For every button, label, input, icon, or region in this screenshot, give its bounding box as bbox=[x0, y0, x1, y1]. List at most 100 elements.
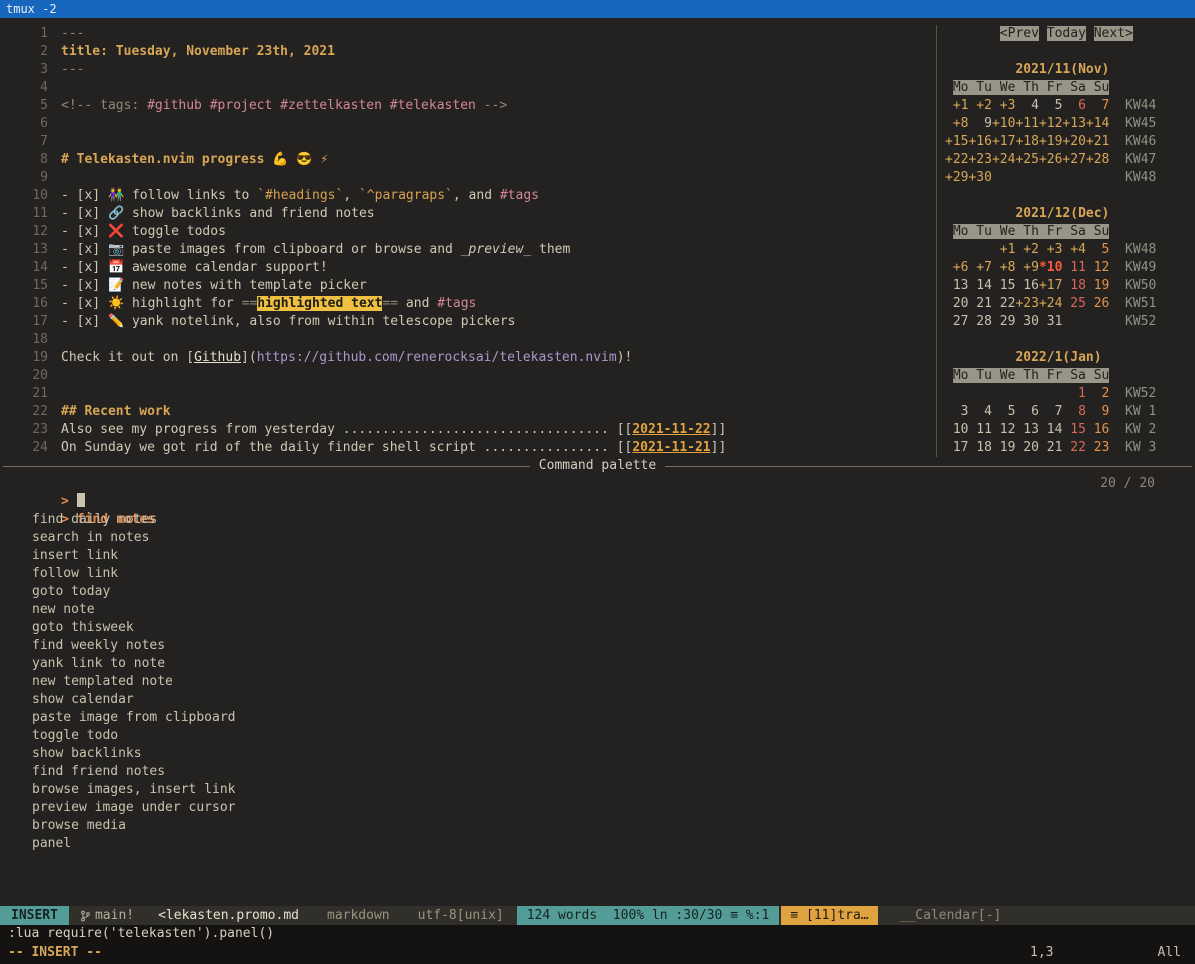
calendar-day[interactable]: 14 bbox=[1039, 422, 1062, 437]
calendar-day-linked[interactable]: +3 bbox=[992, 98, 1015, 113]
calendar-day-linked[interactable]: +29 bbox=[945, 170, 968, 185]
palette-item[interactable]: goto today bbox=[0, 583, 1195, 601]
calendar-day-linked[interactable]: +1 bbox=[992, 242, 1015, 257]
calendar-day[interactable]: 22 bbox=[992, 296, 1015, 311]
calendar-day-sunday[interactable]: 16 bbox=[1086, 422, 1109, 437]
calendar-day-sunday[interactable]: 2 bbox=[1086, 386, 1109, 401]
calendar-day[interactable]: 28 bbox=[968, 314, 991, 329]
calendar-day-saturday[interactable]: 8 bbox=[1062, 404, 1085, 419]
calendar-day[interactable]: 7 bbox=[1039, 404, 1062, 419]
calendar-day-linked[interactable]: +24 bbox=[1039, 296, 1062, 311]
calendar-day-linked[interactable]: +20 bbox=[1062, 134, 1085, 149]
editor-line[interactable]: 12- [x] ❌ toggle todos bbox=[6, 223, 936, 241]
editor-line[interactable]: 22## Recent work bbox=[6, 403, 936, 421]
calendar-day[interactable]: 6 bbox=[1015, 404, 1038, 419]
notelink-date[interactable]: 2021-11-21 bbox=[632, 440, 710, 455]
calendar-day[interactable]: 4 bbox=[1015, 98, 1038, 113]
palette-selected-item[interactable]: >find notes bbox=[0, 493, 1195, 511]
calendar-day-linked[interactable]: +25 bbox=[1015, 152, 1038, 167]
calendar-day[interactable]: 20 bbox=[1015, 440, 1038, 455]
palette-item[interactable]: insert link bbox=[0, 547, 1195, 565]
calendar-day-linked[interactable]: +22 bbox=[945, 152, 968, 167]
calendar-day-linked[interactable]: +21 bbox=[1086, 134, 1109, 149]
calendar-day-sunday[interactable]: 9 bbox=[1086, 404, 1109, 419]
editor-line[interactable]: 17- [x] ✏️ yank notelink, also from with… bbox=[6, 313, 936, 331]
calendar-day-linked[interactable]: +1 bbox=[945, 98, 968, 113]
calendar-day-sunday[interactable]: 12 bbox=[1086, 260, 1109, 275]
hashtag-tag[interactable]: #tags bbox=[500, 188, 539, 203]
editor-line[interactable]: 7 bbox=[6, 133, 936, 151]
calendar-day-linked[interactable]: +24 bbox=[992, 152, 1015, 167]
calendar-day-linked[interactable]: +6 bbox=[945, 260, 968, 275]
notelink-date[interactable]: 2021-11-22 bbox=[632, 422, 710, 437]
editor-line[interactable]: 2title: Tuesday, November 23th, 2021 bbox=[6, 43, 936, 61]
calendar-day-saturday[interactable]: 11 bbox=[1062, 260, 1085, 275]
palette-item[interactable]: panel bbox=[0, 835, 1195, 853]
editor-line[interactable]: 8# Telekasten.nvim progress 💪 😎 ⚡ bbox=[6, 151, 936, 169]
editor-line[interactable]: 4 bbox=[6, 79, 936, 97]
calendar-day-linked[interactable]: +3 bbox=[1039, 242, 1062, 257]
editor-line[interactable]: 23Also see my progress from yesterday ..… bbox=[6, 421, 936, 439]
calendar-day[interactable]: 17 bbox=[945, 440, 968, 455]
editor-line[interactable]: 24On Sunday we got rid of the daily find… bbox=[6, 439, 936, 457]
calendar-day[interactable]: 4 bbox=[968, 404, 991, 419]
editor-line[interactable]: 5<!-- tags: #github #project #zettelkast… bbox=[6, 97, 936, 115]
calendar-day-saturday[interactable]: 1 bbox=[1062, 386, 1085, 401]
editor-line[interactable]: 20 bbox=[6, 367, 936, 385]
palette-item[interactable]: show calendar bbox=[0, 691, 1195, 709]
calendar-day[interactable]: 11 bbox=[968, 422, 991, 437]
calendar-day-linked[interactable]: +2 bbox=[1015, 242, 1038, 257]
calendar-day-linked[interactable]: +14 bbox=[1086, 116, 1109, 131]
calendar-day-saturday[interactable]: 6 bbox=[1062, 98, 1085, 113]
hashtag-tag[interactable]: #zettelkasten bbox=[280, 98, 382, 113]
calendar-day-sunday[interactable]: 19 bbox=[1086, 278, 1109, 293]
palette-item[interactable]: follow link bbox=[0, 565, 1195, 583]
calendar-day[interactable]: 12 bbox=[992, 422, 1015, 437]
calendar-day[interactable]: 13 bbox=[1015, 422, 1038, 437]
calendar-day-linked[interactable]: +9 bbox=[1015, 260, 1038, 275]
calendar-day[interactable]: 19 bbox=[992, 440, 1015, 455]
editor-line[interactable]: 1--- bbox=[6, 25, 936, 43]
calendar-day-sunday[interactable]: 5 bbox=[1086, 242, 1109, 257]
hashtag-tag[interactable]: #telekasten bbox=[390, 98, 476, 113]
calendar-day[interactable]: 10 bbox=[945, 422, 968, 437]
calendar-day-sunday[interactable]: 7 bbox=[1086, 98, 1109, 113]
calendar-day[interactable]: 9 bbox=[968, 116, 991, 131]
calendar-day-linked[interactable]: +12 bbox=[1039, 116, 1062, 131]
calendar-day-linked[interactable]: +30 bbox=[968, 170, 991, 185]
calendar-day-linked[interactable]: +10 bbox=[992, 116, 1015, 131]
palette-item[interactable]: show backlinks bbox=[0, 745, 1195, 763]
calendar-day-saturday[interactable]: 15 bbox=[1062, 422, 1085, 437]
calendar-day-linked[interactable]: +26 bbox=[1039, 152, 1062, 167]
calendar-day[interactable]: 21 bbox=[968, 296, 991, 311]
editor-line[interactable]: 15- [x] 📝 new notes with template picker bbox=[6, 277, 936, 295]
hashtag-tag[interactable]: #project bbox=[210, 98, 273, 113]
calendar-day[interactable]: 27 bbox=[945, 314, 968, 329]
calendar-day-sunday[interactable]: 23 bbox=[1086, 440, 1109, 455]
palette-item[interactable]: new note bbox=[0, 601, 1195, 619]
calendar-nav-button[interactable]: Next> bbox=[1094, 26, 1133, 41]
palette-item[interactable]: find daily notes bbox=[0, 511, 1195, 529]
calendar-day-today[interactable]: *10 bbox=[1039, 260, 1062, 275]
palette-item[interactable]: browse images, insert link bbox=[0, 781, 1195, 799]
calendar-day-saturday[interactable]: 25 bbox=[1062, 296, 1085, 311]
command-line[interactable]: :lua require('telekasten').panel() bbox=[0, 925, 1195, 943]
calendar-day-linked[interactable]: +11 bbox=[1015, 116, 1038, 131]
palette-item[interactable]: goto thisweek bbox=[0, 619, 1195, 637]
calendar-day[interactable]: 5 bbox=[992, 404, 1015, 419]
editor-line[interactable]: 10- [x] 👫 follow links to `#headings`, `… bbox=[6, 187, 936, 205]
link-url[interactable]: https://github.com/renerocksai/telekaste… bbox=[257, 350, 617, 365]
calendar-day-linked[interactable]: +18 bbox=[1015, 134, 1038, 149]
calendar-day-saturday[interactable]: 18 bbox=[1062, 278, 1085, 293]
calendar-day-linked[interactable]: +15 bbox=[945, 134, 968, 149]
editor-line[interactable]: 3--- bbox=[6, 61, 936, 79]
editor-line[interactable]: 19Check it out on [Github](https://githu… bbox=[6, 349, 936, 367]
calendar-day-linked[interactable]: +23 bbox=[1015, 296, 1038, 311]
calendar-day[interactable]: 29 bbox=[992, 314, 1015, 329]
calendar-day-linked[interactable]: +2 bbox=[968, 98, 991, 113]
palette-item[interactable]: paste image from clipboard bbox=[0, 709, 1195, 727]
calendar-day-linked[interactable]: +4 bbox=[1062, 242, 1085, 257]
calendar-day[interactable]: 31 bbox=[1039, 314, 1062, 329]
calendar-day[interactable]: 21 bbox=[1039, 440, 1062, 455]
editor-line[interactable]: 6 bbox=[6, 115, 936, 133]
